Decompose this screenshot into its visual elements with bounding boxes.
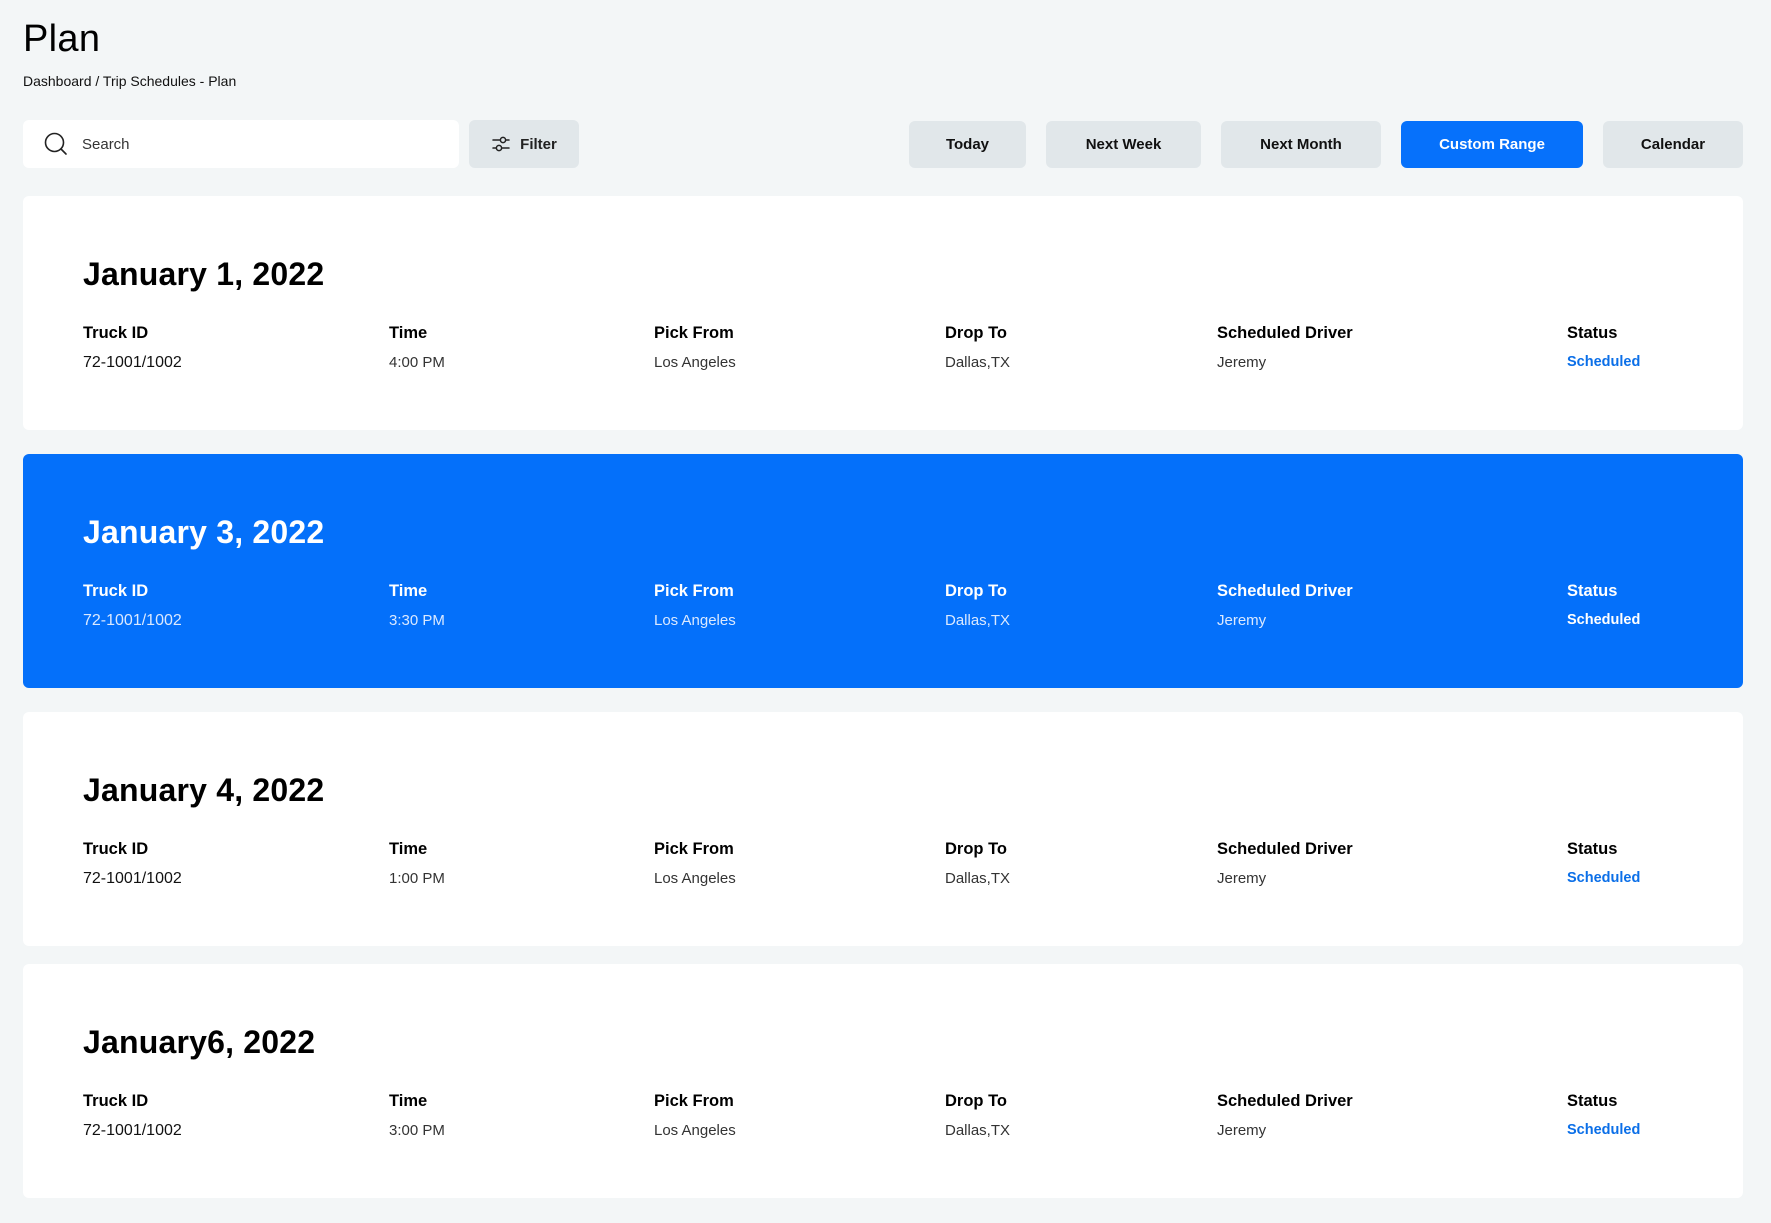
pick-from-header: Pick From (654, 840, 734, 858)
drop-to-column: Drop To Dallas,TX (945, 324, 1010, 371)
drop-to-value: Dallas,TX (945, 1122, 1011, 1139)
pick-from-value: Los Angeles (654, 1122, 736, 1139)
trip-date: January6, 2022 (83, 1024, 316, 1060)
search-box[interactable] (23, 120, 459, 168)
drop-to-value: Dallas,TX (945, 870, 1011, 887)
truck-id-value: 72-1001/1002 (83, 1122, 182, 1139)
status-value[interactable]: Scheduled (1567, 870, 1640, 886)
drop-to-header: Drop To (945, 1092, 1008, 1110)
custom-range-button[interactable]: Custom Range (1401, 121, 1583, 168)
trip-date: January 3, 2022 (83, 514, 325, 550)
status-header: Status (1567, 1092, 1618, 1110)
search-input[interactable] (82, 135, 422, 153)
driver-column: Scheduled Driver Jeremy (1217, 1092, 1353, 1139)
truck-id-column: Truck ID 72-1001/1002 (83, 840, 182, 888)
status-header: Status (1567, 324, 1618, 342)
pick-from-header: Pick From (654, 582, 734, 600)
status-column: Status Scheduled (1567, 840, 1640, 886)
toolbar: Filter Today Next Week Next Month Custom… (23, 120, 1743, 168)
driver-column: Scheduled Driver Jeremy (1217, 324, 1353, 371)
truck-id-column: Truck ID 72-1001/1002 (83, 1092, 182, 1140)
status-value[interactable]: Scheduled (1567, 354, 1640, 370)
time-header: Time (389, 1092, 428, 1110)
time-value: 4:00 PM (389, 354, 445, 371)
calendar-button[interactable]: Calendar (1603, 121, 1743, 168)
truck-id-header: Truck ID (83, 1092, 149, 1110)
drop-to-header: Drop To (945, 582, 1008, 600)
drop-to-column: Drop To Dallas,TX (945, 840, 1010, 887)
time-column: Time 1:00 PM (389, 840, 445, 887)
drop-to-value: Dallas,TX (945, 612, 1011, 629)
search-icon (44, 132, 67, 155)
drop-to-column: Drop To Dallas,TX (945, 582, 1010, 629)
drop-to-header: Drop To (945, 324, 1008, 342)
pick-from-value: Los Angeles (654, 612, 736, 629)
truck-id-value: 72-1001/1002 (83, 870, 182, 887)
next-week-button[interactable]: Next Week (1046, 121, 1201, 168)
trip-card-selected[interactable]: January 3, 2022 Truck ID 72-1001/1002 Ti… (23, 454, 1743, 688)
status-column: Status Scheduled (1567, 582, 1640, 628)
driver-value: Jeremy (1217, 1122, 1267, 1139)
time-header: Time (389, 840, 428, 858)
driver-column: Scheduled Driver Jeremy (1217, 582, 1353, 629)
trip-date: January 1, 2022 (83, 256, 325, 292)
filter-label: Filter (520, 135, 557, 153)
plan-page: Plan Dashboard / Trip Schedules - Plan F… (0, 0, 1771, 1223)
trip-card[interactable]: January 4, 2022 Truck ID 72-1001/1002 Ti… (23, 712, 1743, 946)
truck-id-header: Truck ID (83, 582, 149, 600)
status-header: Status (1567, 840, 1618, 858)
truck-id-column: Truck ID 72-1001/1002 (83, 582, 182, 630)
time-value: 3:30 PM (389, 612, 445, 629)
truck-id-header: Truck ID (83, 324, 149, 342)
drop-to-column: Drop To Dallas,TX (945, 1092, 1010, 1139)
trip-date: January 4, 2022 (83, 772, 325, 808)
pick-from-column: Pick From Los Angeles (654, 1092, 736, 1139)
time-value: 3:00 PM (389, 1122, 445, 1139)
driver-header: Scheduled Driver (1217, 840, 1353, 858)
status-value[interactable]: Scheduled (1567, 1122, 1640, 1138)
trip-card[interactable]: January 1, 2022 Truck ID 72-1001/1002 Ti… (23, 196, 1743, 430)
pick-from-column: Pick From Los Angeles (654, 582, 736, 629)
time-header: Time (389, 324, 428, 342)
breadcrumb: Dashboard / Trip Schedules - Plan (23, 73, 237, 89)
truck-id-column: Truck ID 72-1001/1002 (83, 324, 182, 372)
truck-id-value: 72-1001/1002 (83, 354, 182, 371)
page-title: Plan (23, 18, 101, 60)
driver-header: Scheduled Driver (1217, 324, 1353, 342)
time-column: Time 3:00 PM (389, 1092, 445, 1139)
pick-from-header: Pick From (654, 324, 734, 342)
trip-card[interactable]: January6, 2022 Truck ID 72-1001/1002 Tim… (23, 964, 1743, 1198)
next-month-button[interactable]: Next Month (1221, 121, 1381, 168)
driver-value: Jeremy (1217, 870, 1267, 887)
driver-value: Jeremy (1217, 354, 1267, 371)
driver-column: Scheduled Driver Jeremy (1217, 840, 1353, 887)
time-column: Time 4:00 PM (389, 324, 445, 371)
truck-id-value: 72-1001/1002 (83, 612, 182, 629)
time-header: Time (389, 582, 428, 600)
pick-from-column: Pick From Los Angeles (654, 840, 736, 887)
status-header: Status (1567, 582, 1618, 600)
time-column: Time 3:30 PM (389, 582, 445, 629)
pick-from-column: Pick From Los Angeles (654, 324, 736, 371)
driver-header: Scheduled Driver (1217, 1092, 1353, 1110)
filter-button[interactable]: Filter (469, 120, 579, 168)
pick-from-header: Pick From (654, 1092, 734, 1110)
pick-from-value: Los Angeles (654, 870, 736, 887)
status-value[interactable]: Scheduled (1567, 612, 1640, 628)
sliders-icon (492, 136, 510, 152)
status-column: Status Scheduled (1567, 1092, 1640, 1138)
time-value: 1:00 PM (389, 870, 445, 887)
pick-from-value: Los Angeles (654, 354, 736, 371)
driver-header: Scheduled Driver (1217, 582, 1353, 600)
truck-id-header: Truck ID (83, 840, 149, 858)
today-button[interactable]: Today (909, 121, 1026, 168)
drop-to-header: Drop To (945, 840, 1008, 858)
driver-value: Jeremy (1217, 612, 1267, 629)
drop-to-value: Dallas,TX (945, 354, 1011, 371)
status-column: Status Scheduled (1567, 324, 1640, 370)
